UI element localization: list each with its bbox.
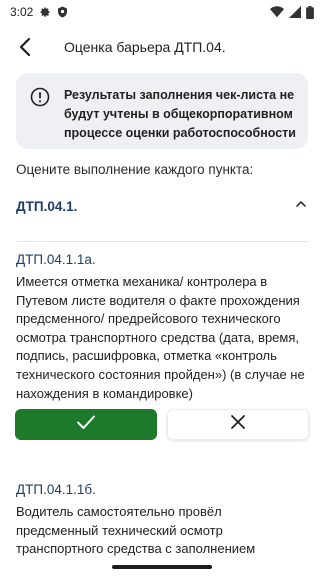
info-icon bbox=[30, 87, 50, 107]
notice-banner: Результаты заполнения чек-листа не будут… bbox=[16, 73, 308, 149]
item-code: ДТП.04.1.1а. bbox=[16, 252, 96, 267]
notice-text: Результаты заполнения чек-листа не будут… bbox=[64, 88, 296, 140]
yes-button[interactable] bbox=[15, 409, 157, 440]
close-icon bbox=[230, 414, 246, 435]
gear-icon bbox=[39, 6, 51, 18]
status-right bbox=[270, 5, 314, 19]
item-text: Водитель самостоятельно провёл предсменн… bbox=[16, 504, 256, 557]
app-bar: Оценка барьера ДТП.04. bbox=[0, 30, 324, 64]
back-arrow-icon[interactable] bbox=[14, 35, 38, 59]
status-left: 3:02 bbox=[10, 5, 68, 19]
section-title: ДТП.04.1. bbox=[16, 198, 78, 214]
check-icon bbox=[76, 414, 96, 435]
battery-icon bbox=[306, 5, 314, 19]
instruction-text: Оцените выполнение каждого пункта: bbox=[16, 162, 254, 177]
divider bbox=[16, 241, 308, 242]
item-text: Имеется отметка механика/ контролера в П… bbox=[16, 274, 305, 401]
status-time: 3:02 bbox=[10, 5, 34, 19]
item-code: ДТП.04.1.1б. bbox=[16, 482, 96, 497]
section-header[interactable]: ДТП.04.1. bbox=[16, 192, 308, 220]
signal-icon bbox=[289, 6, 301, 18]
chevron-up-icon[interactable] bbox=[294, 197, 308, 216]
shield-icon bbox=[57, 6, 68, 18]
wifi-icon bbox=[270, 6, 284, 18]
no-button[interactable] bbox=[167, 409, 309, 440]
page-title: Оценка барьера ДТП.04. bbox=[64, 39, 226, 55]
status-bar: 3:02 bbox=[0, 0, 324, 24]
gesture-nav-handle[interactable] bbox=[112, 565, 212, 569]
